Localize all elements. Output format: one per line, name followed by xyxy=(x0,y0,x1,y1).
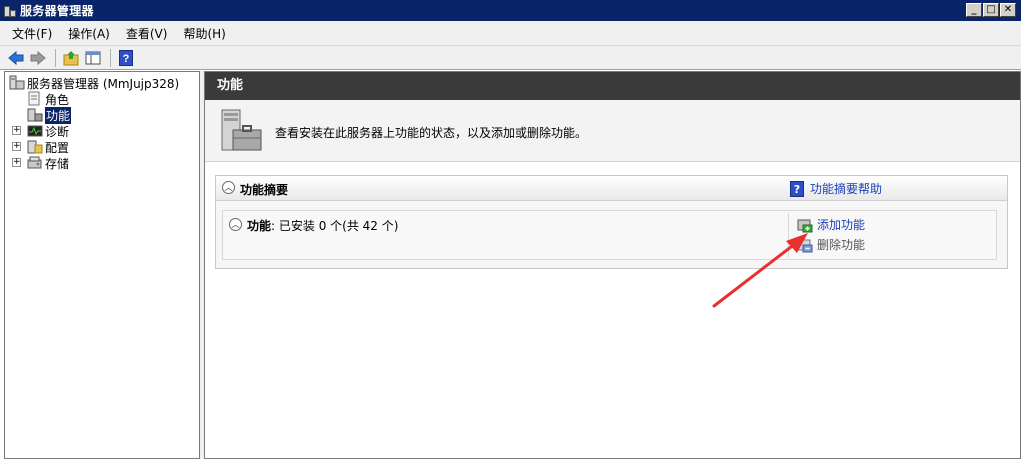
title-bar: 服务器管理器 _ □ ✕ xyxy=(0,0,1021,21)
tree-item-features[interactable]: 功能 xyxy=(27,106,72,124)
expand-diagnostics-toggle[interactable]: + xyxy=(12,126,21,135)
expand-storage-toggle[interactable]: + xyxy=(12,158,21,167)
tree-item-label: 角色 xyxy=(45,92,70,107)
features-summary-help-link[interactable]: ? 功能摘要帮助 xyxy=(790,180,882,197)
add-features-icon xyxy=(797,217,813,233)
server-manager-icon xyxy=(9,75,25,91)
collapse-features-chevron-up-icon[interactable]: ︿ xyxy=(229,218,242,231)
features-status-label: 功能 xyxy=(247,219,272,233)
help-icon: ? xyxy=(790,180,804,197)
window-title: 服务器管理器 xyxy=(20,4,94,18)
tree-item-configuration[interactable]: 配置 xyxy=(27,139,69,155)
features-icon xyxy=(27,107,43,123)
remove-features-icon xyxy=(797,237,813,253)
folder-up-icon xyxy=(63,50,79,65)
menu-bar: 文件(F) 操作(A) 查看(V) 帮助(H) xyxy=(0,21,1021,46)
features-status: 功能: 已安装 0 个(共 42 个) xyxy=(247,217,398,234)
tree-item-storage[interactable]: 存储 xyxy=(27,155,69,171)
maximize-button[interactable]: □ xyxy=(983,3,999,17)
tree-item-label-selected: 功能 xyxy=(45,106,72,124)
features-large-icon xyxy=(221,109,262,151)
diagnostics-icon xyxy=(27,123,43,139)
storage-icon xyxy=(27,155,43,171)
toolbar-separator xyxy=(110,48,111,67)
menu-view[interactable]: 查看(V) xyxy=(126,25,168,42)
tree-item-diagnostics[interactable]: 诊断 xyxy=(27,123,69,139)
tree-root-label: 服务器管理器 (MmJujp328) xyxy=(27,76,180,91)
features-summary-header: ︿ 功能摘要 ? 功能摘要帮助 xyxy=(216,176,1007,201)
tree-item-roles[interactable]: 角色 xyxy=(27,91,69,107)
page-title: 功能 xyxy=(205,72,1020,100)
menu-file[interactable]: 文件(F) xyxy=(12,25,52,42)
remove-features-link[interactable]: 删除功能 xyxy=(797,236,865,253)
add-features-label: 添加功能 xyxy=(817,218,866,232)
up-level-button[interactable] xyxy=(61,49,81,67)
collapse-summary-chevron-up-icon[interactable]: ︿ xyxy=(222,181,235,194)
help-button[interactable]: ? xyxy=(116,49,136,67)
tree-item-label: 存储 xyxy=(45,156,70,171)
forward-button[interactable] xyxy=(28,49,48,67)
toolbar-separator xyxy=(55,48,56,67)
show-hide-console-tree-button[interactable] xyxy=(83,49,103,67)
console-tree: 服务器管理器 (MmJujp328) 角色 功能 + 诊断 + 配置 + 存储 xyxy=(4,71,200,459)
configuration-icon xyxy=(27,139,43,155)
features-description: 查看安装在此服务器上功能的状态，以及添加或删除功能。 xyxy=(275,126,588,140)
console-tree-icon xyxy=(85,51,101,64)
help-icon: ? xyxy=(119,49,133,66)
toolbar: ? xyxy=(0,46,1021,70)
back-button[interactable] xyxy=(6,49,26,67)
remove-features-label: 删除功能 xyxy=(817,238,866,252)
actions-separator xyxy=(788,213,789,257)
tree-item-label: 配置 xyxy=(45,140,70,155)
features-intro: 查看安装在此服务器上功能的状态，以及添加或删除功能。 xyxy=(205,100,1020,162)
roles-icon xyxy=(27,91,43,107)
features-summary-title: 功能摘要 xyxy=(240,183,289,197)
menu-action[interactable]: 操作(A) xyxy=(68,25,110,42)
forward-arrow-icon xyxy=(30,50,46,65)
close-button[interactable]: ✕ xyxy=(1000,3,1016,17)
server-manager-icon xyxy=(3,4,17,18)
features-summary-section: ︿ 功能摘要 ? 功能摘要帮助 ︿ 功能: 已安装 0 个(共 42 个) 添加… xyxy=(215,175,1008,269)
expand-configuration-toggle[interactable]: + xyxy=(12,142,21,151)
back-arrow-icon xyxy=(8,50,24,65)
help-link-label: 功能摘要帮助 xyxy=(810,182,883,196)
svg-text:?: ? xyxy=(123,53,130,65)
tree-root-server-manager[interactable]: 服务器管理器 (MmJujp328) xyxy=(9,75,179,91)
tree-item-label: 诊断 xyxy=(45,124,70,139)
features-status-count: : 已安装 0 个(共 42 个) xyxy=(271,219,399,233)
menu-help[interactable]: 帮助(H) xyxy=(183,25,225,42)
details-pane: 功能 查看安装在此服务器上功能的状态，以及添加或删除功能。 ︿ 功能摘要 ? 功… xyxy=(204,71,1021,459)
add-features-link[interactable]: 添加功能 xyxy=(797,216,865,233)
minimize-button[interactable]: _ xyxy=(966,3,982,17)
features-status-box: ︿ 功能: 已安装 0 个(共 42 个) 添加功能 删除功能 xyxy=(222,210,997,260)
